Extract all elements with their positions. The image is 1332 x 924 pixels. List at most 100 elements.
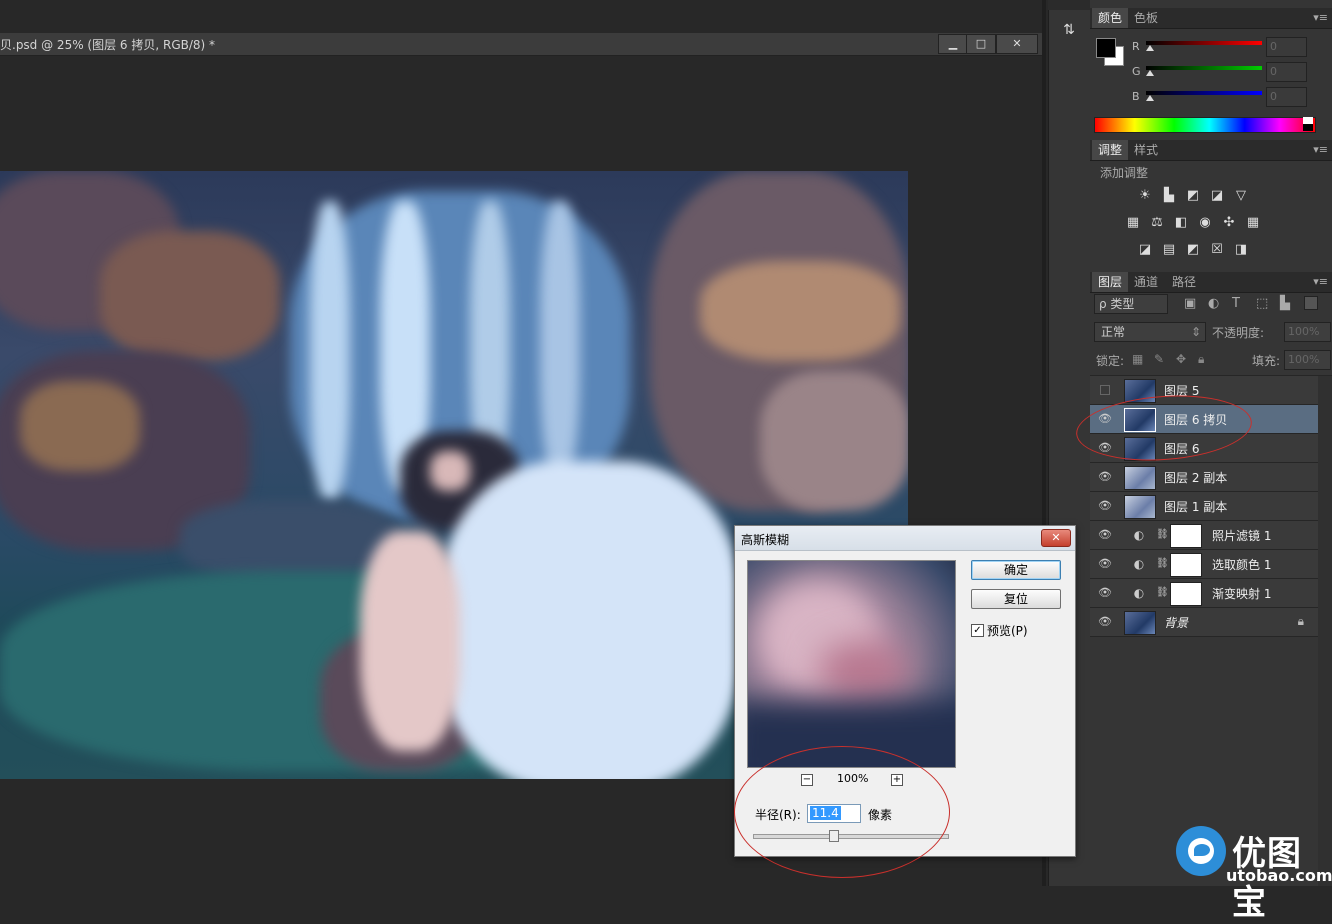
layers-panel-tabs: 图层 通道 路径 ▾≡ — [1090, 272, 1332, 293]
threshold-icon[interactable]: ◩ — [1184, 242, 1202, 258]
tab-swatches[interactable]: 色板 — [1128, 8, 1164, 28]
lock-paint-icon[interactable]: ✎ — [1154, 352, 1164, 366]
ok-button[interactable]: 确定 — [971, 560, 1061, 580]
photo-filter-icon[interactable]: ◉ — [1196, 215, 1214, 231]
red-value-field[interactable]: 0 — [1266, 37, 1307, 57]
tab-paths[interactable]: 路径 — [1166, 272, 1202, 292]
layer-row[interactable]: 👁︎ ◐ ⛓ 照片滤镜 1 — [1090, 521, 1318, 550]
blue-slider[interactable] — [1146, 91, 1262, 95]
panel-menu-icon[interactable]: ▾≡ — [1313, 272, 1328, 292]
minimize-button[interactable]: ▁ — [938, 34, 968, 54]
fill-field[interactable]: 100% — [1284, 350, 1331, 370]
color-panel-tabs: 颜色 色板 ▾≡ — [1090, 8, 1332, 29]
reset-button[interactable]: 复位 — [971, 589, 1061, 609]
link-icon[interactable]: ⛓ — [1156, 527, 1169, 543]
filter-smart-object-icon[interactable]: ▙ — [1280, 296, 1290, 311]
tab-layers[interactable]: 图层 — [1092, 272, 1129, 292]
eye-icon[interactable]: 👁︎ — [1098, 499, 1112, 513]
preview-checkbox[interactable]: ✓ — [971, 624, 984, 637]
gradient-map-icon[interactable]: ☒ — [1208, 242, 1226, 258]
layer-thumbnail[interactable] — [1124, 466, 1156, 490]
layer-name[interactable]: 选取颜色 1 — [1212, 556, 1271, 573]
dialog-titlebar[interactable]: 高斯模糊 ✕ — [735, 526, 1075, 551]
filter-toggle[interactable] — [1304, 296, 1318, 310]
close-document-button[interactable]: ✕ — [996, 34, 1038, 54]
filter-type-icon[interactable]: T — [1232, 296, 1240, 311]
filter-adjustment-icon[interactable]: ◐ — [1208, 296, 1219, 311]
eye-icon[interactable]: 👁︎ — [1098, 557, 1112, 571]
panel-menu-icon[interactable]: ▾≡ — [1313, 140, 1328, 160]
layer-thumbnail[interactable] — [1124, 495, 1156, 519]
preview-label[interactable]: 预览(P) — [987, 622, 1028, 639]
curves-icon[interactable]: ◩ — [1184, 188, 1202, 204]
black-white-ramp[interactable] — [1303, 117, 1313, 131]
channel-mixer-icon[interactable]: ✣ — [1220, 215, 1238, 231]
layer-name[interactable]: 图层 1 副本 — [1164, 498, 1227, 515]
dialog-title: 高斯模糊 — [741, 533, 790, 547]
tab-adjustments[interactable]: 调整 — [1092, 140, 1129, 160]
watermark-url: utobao.com — [1226, 866, 1332, 885]
blue-value-field[interactable]: 0 — [1266, 87, 1307, 107]
lock-all-icon[interactable]: 🔒︎ — [1198, 352, 1204, 367]
color-balance-icon[interactable]: ⚖ — [1148, 215, 1166, 231]
invert-icon[interactable]: ◪ — [1136, 242, 1154, 258]
layer-mask-thumbnail[interactable] — [1170, 524, 1202, 548]
lock-transparent-icon[interactable]: ▦ — [1132, 352, 1143, 366]
eye-icon[interactable]: 👁︎ — [1098, 615, 1112, 629]
black-white-icon[interactable]: ◧ — [1172, 215, 1190, 231]
green-value-field[interactable]: 0 — [1266, 62, 1307, 82]
link-icon[interactable]: ⛓ — [1156, 556, 1169, 572]
layer-name[interactable]: 背景 — [1164, 614, 1188, 631]
filter-pixel-icon[interactable]: ▣ — [1184, 296, 1196, 311]
visibility-toggle-off[interactable] — [1100, 385, 1110, 395]
layer-row[interactable]: 👁︎ 图层 1 副本 — [1090, 492, 1318, 521]
layer-row[interactable]: 👁︎ 图层 2 副本 — [1090, 463, 1318, 492]
eye-icon[interactable]: 👁︎ — [1098, 470, 1112, 484]
vibrance-icon[interactable]: ▽ — [1232, 188, 1250, 204]
red-slider[interactable] — [1146, 41, 1262, 45]
layer-row[interactable]: 👁︎ 背景 🔒︎ — [1090, 608, 1318, 637]
layer-name[interactable]: 渐变映射 1 — [1212, 585, 1271, 602]
green-slider[interactable] — [1146, 66, 1262, 70]
opacity-field[interactable]: 100% — [1284, 322, 1331, 342]
watermark-bird-logo — [1176, 826, 1226, 876]
blue-slider-thumb[interactable] — [1146, 95, 1154, 101]
dock-collapse-bar[interactable] — [1048, 0, 1090, 10]
layer-mask-thumbnail[interactable] — [1170, 553, 1202, 577]
layer-row[interactable]: 👁︎ ◐ ⛓ 渐变映射 1 — [1090, 579, 1318, 608]
adjustments-panel-tabs: 调整 样式 ▾≡ — [1090, 140, 1332, 161]
tab-styles[interactable]: 样式 — [1128, 140, 1164, 160]
foreground-color-swatch[interactable] — [1096, 38, 1116, 58]
levels-icon[interactable]: ▙ — [1160, 188, 1178, 204]
restore-button[interactable]: □ — [966, 34, 996, 54]
lock-position-icon[interactable]: ✥ — [1176, 352, 1186, 366]
selective-color-icon[interactable]: ◨ — [1232, 242, 1250, 258]
eye-icon[interactable]: 👁︎ — [1098, 586, 1112, 600]
layer-row[interactable]: 👁︎ ◐ ⛓ 选取颜色 1 — [1090, 550, 1318, 579]
layer-thumbnail[interactable] — [1124, 611, 1156, 635]
brightness-icon[interactable]: ☀ — [1136, 188, 1154, 204]
layers-scrollbar[interactable] — [1318, 376, 1332, 886]
eye-icon[interactable]: 👁︎ — [1098, 528, 1112, 542]
color-lookup-icon[interactable]: ▦ — [1244, 215, 1262, 231]
hue-saturation-icon[interactable]: ▦ — [1124, 215, 1142, 231]
layer-name[interactable]: 图层 2 副本 — [1164, 469, 1227, 486]
blur-preview[interactable] — [747, 560, 956, 768]
tab-channels[interactable]: 通道 — [1128, 272, 1164, 292]
layer-name[interactable]: 照片滤镜 1 — [1212, 527, 1271, 544]
layer-filter-dropdown[interactable]: ρ 类型 — [1094, 294, 1168, 314]
posterize-icon[interactable]: ▤ — [1160, 242, 1178, 258]
panel-menu-icon[interactable]: ▾≡ — [1313, 8, 1328, 28]
document-title[interactable]: 贝.psd @ 25% (图层 6 拷贝, RGB/8) * — [0, 36, 215, 53]
exposure-icon[interactable]: ◪ — [1208, 188, 1226, 204]
tab-color[interactable]: 颜色 — [1092, 8, 1129, 28]
blend-mode-dropdown[interactable]: 正常 ⇕ — [1094, 322, 1206, 342]
red-slider-thumb[interactable] — [1146, 45, 1154, 51]
close-icon[interactable]: ✕ — [1041, 529, 1071, 547]
link-icon[interactable]: ⛓ — [1156, 585, 1169, 601]
green-slider-thumb[interactable] — [1146, 70, 1154, 76]
layer-mask-thumbnail[interactable] — [1170, 582, 1202, 606]
color-spectrum-ramp[interactable] — [1094, 117, 1316, 133]
filter-shape-icon[interactable]: ⬚ — [1256, 296, 1268, 311]
history-icon[interactable]: ⇅ — [1060, 22, 1078, 40]
